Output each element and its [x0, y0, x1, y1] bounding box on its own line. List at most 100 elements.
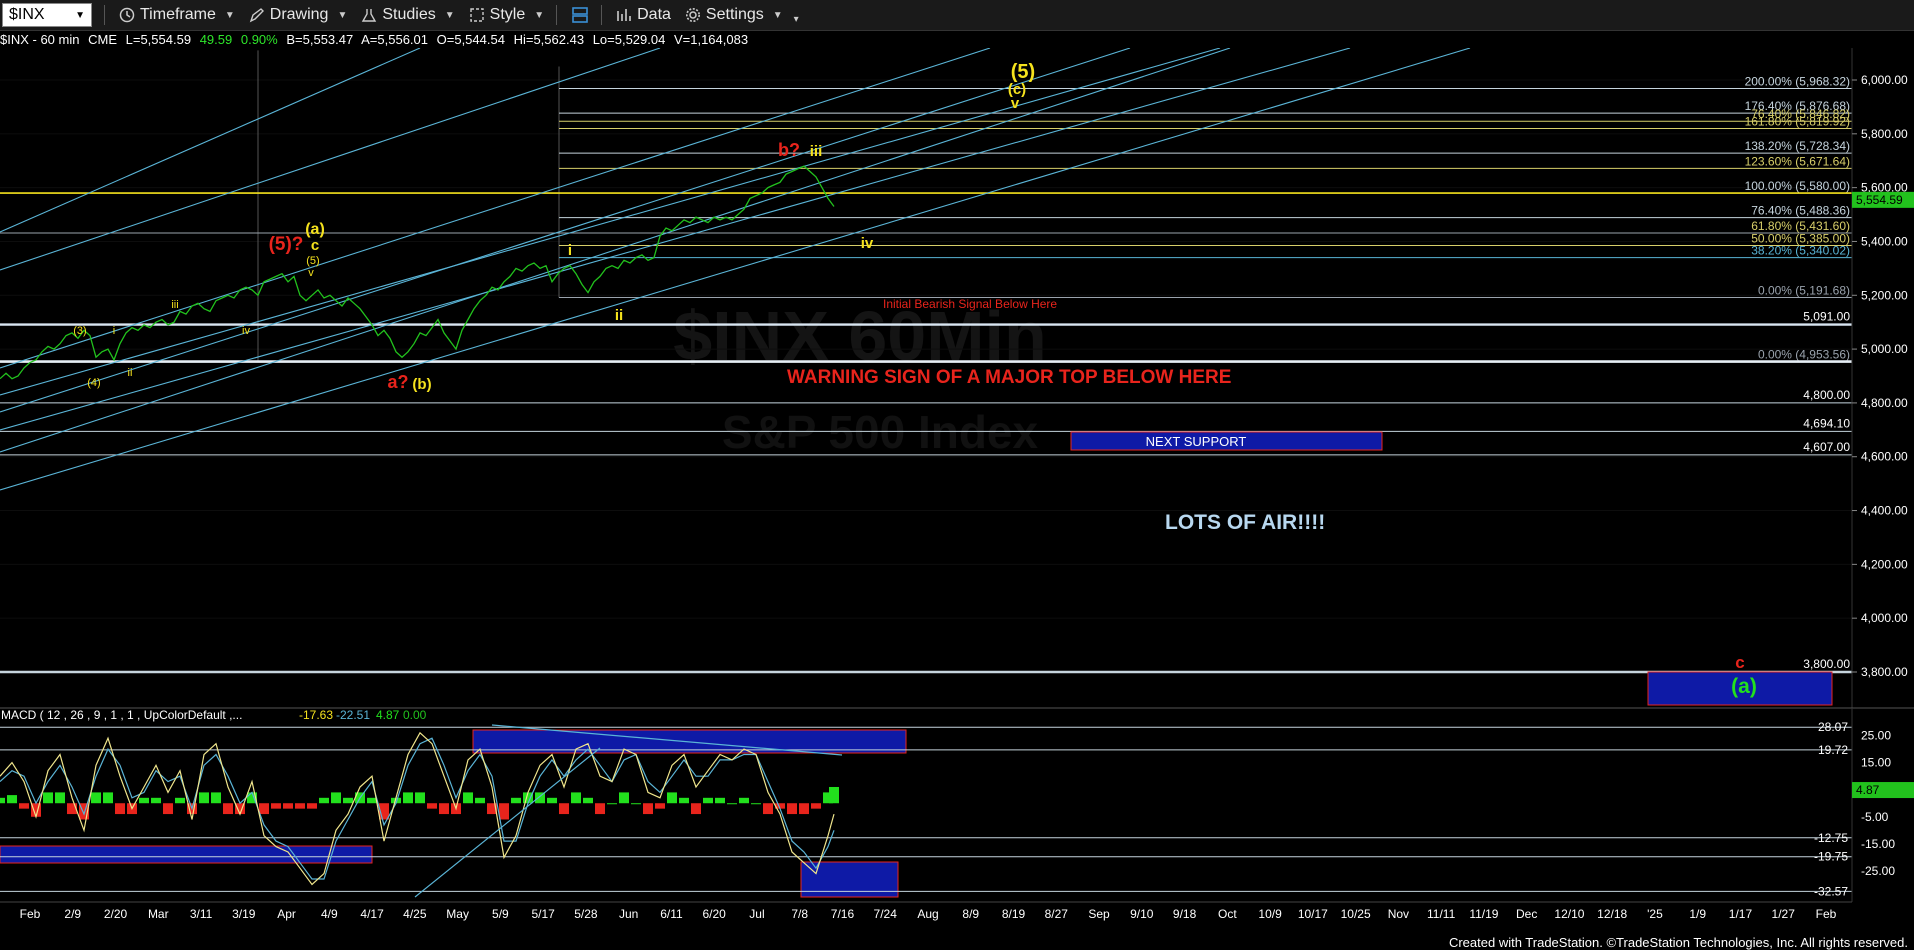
wave-label: (3): [73, 325, 86, 337]
wave-label: (b): [412, 376, 431, 393]
time-tick-label: 9/10: [1130, 907, 1154, 921]
histogram-bar: [703, 797, 713, 804]
histogram-bar: [571, 792, 581, 804]
support-level-label: 4,607.00: [1803, 440, 1850, 454]
settings-button[interactable]: Settings ▼ ▾: [685, 6, 799, 25]
timeframe-button[interactable]: Timeframe ▼: [119, 6, 235, 24]
time-tick-label: 3/19: [232, 907, 256, 921]
footer-credit: Created with TradeStation. ©TradeStation…: [1448, 935, 1908, 950]
time-tick-label: Jun: [619, 907, 638, 921]
time-tick-label: 10/17: [1298, 907, 1328, 921]
time-tick-label: 6/11: [660, 907, 683, 921]
wave-label: (a): [1731, 675, 1757, 698]
time-tick-label: 1/17: [1729, 907, 1753, 921]
wave-label: c: [311, 237, 319, 254]
wave-label: ii: [615, 307, 623, 324]
macd-tick-label: -5.00: [1861, 810, 1889, 824]
layout-button[interactable]: [571, 6, 589, 24]
time-tick-label: 2/20: [104, 907, 128, 921]
histogram-bar: [43, 792, 53, 804]
gear-icon: [685, 8, 700, 22]
histogram-bar: [631, 803, 641, 805]
histogram-bar: [439, 803, 449, 815]
symbol-label: $INX - 60 min: [0, 32, 80, 47]
macd-label: MACD ( 12 , 26 , 9 , 1 , 1 , UpColorDefa…: [1, 708, 242, 722]
macd-tick-label: -15.00: [1861, 837, 1895, 851]
toolbar-divider: [556, 5, 558, 25]
histogram-bar: [319, 797, 329, 804]
time-tick-label: Aug: [917, 907, 938, 921]
histogram-bar: [163, 803, 173, 815]
time-tick-label: 5/9: [492, 907, 509, 921]
time-tick-label: 10/9: [1258, 907, 1282, 921]
drawing-button[interactable]: Drawing ▼: [249, 6, 347, 24]
histogram-bar: [643, 803, 653, 815]
time-tick-label: Oct: [1218, 907, 1237, 921]
fib-level-label: 100.00% (5,580.00): [1745, 179, 1850, 193]
histogram-bar: [175, 797, 185, 804]
histogram-bar: [139, 797, 149, 804]
wave-label: b?: [778, 140, 800, 160]
last-price-tag: 5,554.59: [1852, 191, 1914, 208]
histogram-bar: [547, 797, 557, 804]
time-tick-label: 2/9: [64, 907, 81, 921]
time-tick-label: 5/28: [574, 907, 598, 921]
time-tick-label: 9/18: [1173, 907, 1197, 921]
wave-label: c: [1735, 653, 1744, 672]
histogram-bar: [295, 803, 305, 809]
data-button[interactable]: Data: [616, 6, 671, 24]
wave-label: iii: [810, 143, 823, 160]
histogram-bar: [259, 803, 269, 815]
histogram-bar: [103, 792, 113, 804]
time-tick-label: Sep: [1088, 907, 1110, 921]
histogram-bar: [655, 803, 665, 809]
support-level-label: 5,091.00: [1803, 310, 1850, 324]
symbol-input[interactable]: $INX ▼: [2, 3, 92, 27]
histogram-bar: [583, 797, 593, 804]
wave-label: a?: [387, 372, 408, 392]
wave-label: iv: [861, 235, 874, 252]
bearish-signal-note: Initial Bearish Signal Below Here: [883, 297, 1057, 311]
clock-icon: [119, 7, 135, 23]
time-tick-label: 8/19: [1002, 907, 1026, 921]
time-tick-label: 11/11: [1427, 907, 1456, 921]
exchange-label: CME: [88, 32, 117, 47]
support-level-label: 4,694.10: [1803, 416, 1850, 430]
style-button[interactable]: Style ▼: [469, 6, 544, 24]
time-tick-label: 12/18: [1597, 907, 1627, 921]
macd-level-label: 19.72: [1818, 743, 1848, 757]
studies-button[interactable]: Studies ▼: [361, 6, 455, 24]
time-tick-label: Feb: [20, 907, 41, 921]
price-tick-label: 4,200.00: [1861, 557, 1908, 571]
macd-level-label: -12.75: [1814, 831, 1848, 845]
histogram-bar: [211, 792, 221, 804]
time-tick-label: 7/8: [791, 907, 808, 921]
wave-label: (5): [1011, 61, 1035, 83]
time-tick-label: 1/27: [1772, 907, 1796, 921]
histogram-bar: [595, 803, 605, 815]
net-change-pct: 0.90%: [240, 32, 278, 47]
time-tick-label: Nov: [1388, 907, 1409, 921]
histogram-bar: [55, 792, 65, 804]
fib-level-label: 0.00% (5,191.68): [1758, 284, 1850, 298]
flask-icon: [362, 9, 377, 22]
histogram-bar: [691, 803, 701, 815]
histogram-bar: [715, 797, 725, 804]
support-level-label: 4,800.00: [1803, 388, 1850, 402]
histogram-bar: [115, 803, 125, 815]
price-tick-label: 4,000.00: [1861, 611, 1908, 625]
chevron-down-icon: ▼: [224, 9, 235, 21]
layout-icon: [572, 7, 588, 23]
price-chart[interactable]: $INX 60Min S&P 500 Index 200.00% (5,968.…: [0, 48, 1914, 932]
macd-level-label: -19.75: [1814, 850, 1848, 864]
histogram-bar: [151, 797, 161, 804]
histogram-bar: [91, 792, 101, 804]
macd-level-label: -32.57: [1814, 884, 1848, 898]
chevron-down-icon: ▼: [444, 9, 455, 21]
histogram-bar: [829, 786, 839, 804]
histogram-bar: [367, 797, 377, 804]
wave-label: iv: [242, 325, 250, 337]
fib-level-label: 0.00% (4,953.56): [1758, 348, 1850, 362]
toolbar-divider: [104, 5, 105, 25]
histogram-bar: [307, 803, 317, 809]
